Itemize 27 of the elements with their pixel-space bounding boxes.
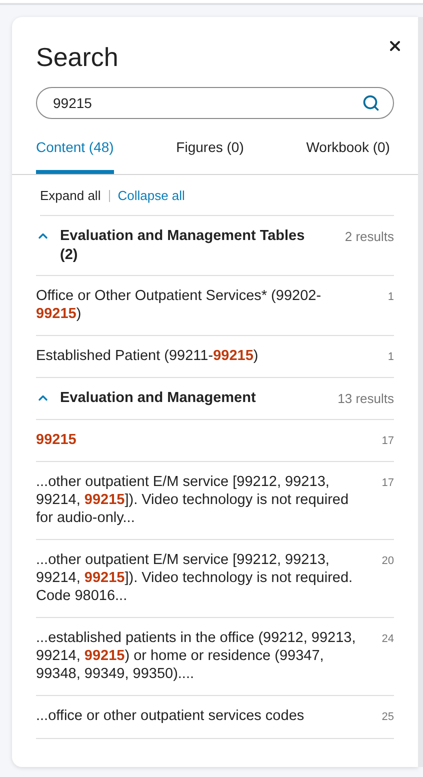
page-number: 20 — [380, 554, 394, 569]
page-number: 1 — [386, 350, 394, 364]
result-link[interactable]: Office or Other Outpatient Services* (99202-99215) — [36, 286, 358, 322]
search-field[interactable]: 99215 — [36, 87, 394, 119]
expand-all-link[interactable]: Expand all — [40, 186, 101, 206]
page-number: 17 — [380, 434, 394, 448]
close-icon — [387, 38, 403, 54]
group-title[interactable]: Evaluation and Management Tables (2) — [60, 226, 322, 264]
tab[interactable]: Content (48) — [36, 137, 114, 174]
page-number: 1 — [386, 290, 394, 304]
result-link[interactable]: ...other outpatient E/M service [99212, 99213, 99214, 99215]). Video technology is not required for audio-only... — [36, 473, 358, 527]
panel-title: Search — [36, 41, 118, 73]
result-link[interactable]: ...established patients in the office (99212, 99213, 99214, 99215) or home or residence (99347, 99348, 99349, 99350).... — [36, 629, 358, 683]
group-title[interactable]: Evaluation and Management — [60, 389, 322, 408]
page-number: 17 — [380, 476, 394, 491]
result-count: 2 results — [344, 228, 394, 246]
result-link[interactable]: ...office or other outpatient services codes — [36, 707, 358, 726]
result-count: 13 results — [336, 390, 394, 408]
result-link[interactable]: Established Patient (99211-99215) — [36, 346, 358, 365]
page-number: 25 — [380, 710, 394, 725]
result-link[interactable]: ...other outpatient E/M service [99212, 99213, 99214, 99215]). Video technology is not required. Code 98016... — [36, 551, 358, 605]
search-icon — [362, 94, 380, 112]
tab[interactable]: Figures (0) — [176, 137, 244, 174]
page-number: 24 — [380, 632, 394, 647]
tab[interactable]: Workbook (0) — [306, 137, 390, 174]
result-link[interactable]: 99215 — [36, 430, 358, 449]
collapse-all-link[interactable]: Collapse all — [118, 186, 185, 206]
